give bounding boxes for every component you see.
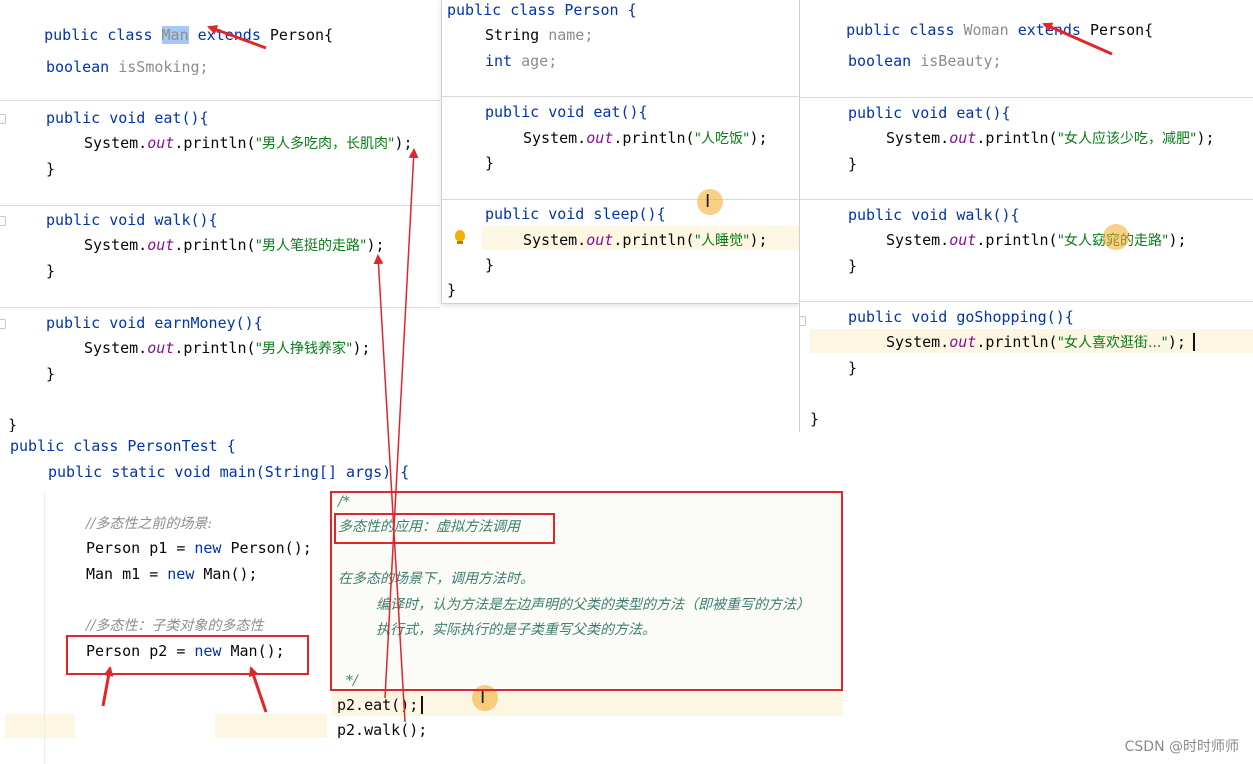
method-earnMoney-signature[interactable]: public void earnMoney(){	[46, 313, 263, 333]
csdn-watermark: CSDN @时时师师	[1124, 739, 1239, 755]
method-separator	[0, 100, 440, 101]
text-caret	[421, 696, 423, 714]
fold-marker-icon[interactable]	[0, 319, 6, 329]
method-goShopping-signature[interactable]: public void goShopping(){	[848, 307, 1074, 327]
text-cursor-icon: I	[705, 191, 711, 212]
fold-marker-icon[interactable]	[0, 114, 6, 124]
method-eat-signature[interactable]: public void eat(){	[848, 103, 1011, 123]
person-class-declaration[interactable]: public class Person {	[447, 0, 637, 20]
method-earnMoney-body[interactable]: System.out.println("男人挣钱养家");	[84, 338, 371, 358]
lightbulb-icon[interactable]	[455, 230, 465, 241]
method-close-brace: }	[485, 154, 495, 172]
statement-p2-walk[interactable]: p2.walk();	[337, 720, 427, 740]
method-walk-signature[interactable]: public void walk(){	[46, 210, 218, 230]
method-close-brace: }	[46, 365, 56, 383]
fold-marker-icon[interactable]	[800, 316, 806, 326]
selected-class-name[interactable]: Man	[161, 26, 189, 44]
method-walk-body[interactable]: System.out.println("女人窈窕的走路");	[886, 230, 1187, 250]
method-separator	[442, 96, 799, 97]
text-caret	[1193, 333, 1195, 351]
method-close-brace: }	[848, 257, 858, 275]
class-close-brace: }	[447, 281, 457, 299]
persontest-class-declaration[interactable]: public class PersonTest {	[10, 436, 236, 456]
method-goShopping-body[interactable]: System.out.println("女人喜欢逛街...");	[886, 332, 1186, 352]
field-name[interactable]: String name;	[485, 25, 593, 45]
comment-before-polymorphism: //多态性之前的场景:	[86, 516, 213, 532]
method-close-brace: }	[848, 359, 858, 377]
indent-guide	[44, 492, 45, 764]
method-close-brace: }	[46, 160, 56, 178]
faded-line-highlight	[5, 714, 75, 738]
method-walk-signature[interactable]: public void walk(){	[848, 205, 1020, 225]
man-class-declaration[interactable]: public class Man extends Person{	[8, 5, 333, 44]
field-age[interactable]: int age;	[485, 51, 557, 71]
statement-m1[interactable]: Man m1 = new Man();	[86, 564, 258, 584]
lightbulb-base-icon	[457, 241, 463, 244]
field-isBeauty[interactable]: boolean isBeauty;	[848, 51, 1002, 71]
faded-line-highlight	[215, 714, 327, 738]
method-eat-body[interactable]: System.out.println("人吃饭");	[523, 128, 768, 148]
method-separator	[0, 205, 440, 206]
method-close-brace: }	[848, 155, 858, 173]
method-separator	[800, 97, 1253, 98]
class-close-brace: }	[8, 416, 18, 432]
method-separator	[800, 301, 1253, 302]
annotation-box-p2-declaration	[66, 635, 309, 675]
statement-p1[interactable]: Person p1 = new Person();	[86, 538, 312, 558]
main-method-signature[interactable]: public static void main(String[] args) {	[48, 462, 409, 482]
woman-class-editor[interactable]: public class Woman extends Person{ boole…	[799, 0, 1253, 432]
comment-polymorphism: //多态性：子类对象的多态性	[86, 618, 264, 634]
method-close-brace: }	[46, 262, 56, 280]
method-separator	[442, 199, 799, 200]
method-eat-signature[interactable]: public void eat(){	[485, 102, 648, 122]
person-class-editor[interactable]: public class Person { String name; int a…	[441, 0, 799, 304]
method-eat-signature[interactable]: public void eat(){	[46, 108, 209, 128]
mouse-pointer-highlight-icon	[1103, 224, 1129, 250]
woman-class-declaration[interactable]: public class Woman extends Person{	[810, 0, 1153, 39]
method-sleep-body[interactable]: System.out.println("人睡觉");	[523, 230, 768, 250]
method-eat-body[interactable]: System.out.println("女人应该少吃，减肥");	[886, 128, 1215, 148]
man-class-editor[interactable]: public class Man extends Person{ boolean…	[0, 0, 440, 432]
fold-marker-icon[interactable]	[0, 216, 6, 226]
method-walk-body[interactable]: System.out.println("男人笔挺的走路");	[84, 235, 385, 255]
annotation-box-comment-title	[334, 513, 555, 544]
statement-p2-eat[interactable]: p2.eat();	[337, 695, 418, 715]
method-eat-body[interactable]: System.out.println("男人多吃肉，长肌肉");	[84, 133, 413, 153]
method-close-brace: }	[485, 256, 495, 274]
method-separator	[800, 199, 1253, 200]
class-close-brace: }	[810, 410, 820, 428]
field-isSmoking[interactable]: boolean isSmoking;	[46, 57, 209, 77]
method-sleep-signature[interactable]: public void sleep(){	[485, 204, 666, 224]
method-separator	[0, 307, 440, 308]
